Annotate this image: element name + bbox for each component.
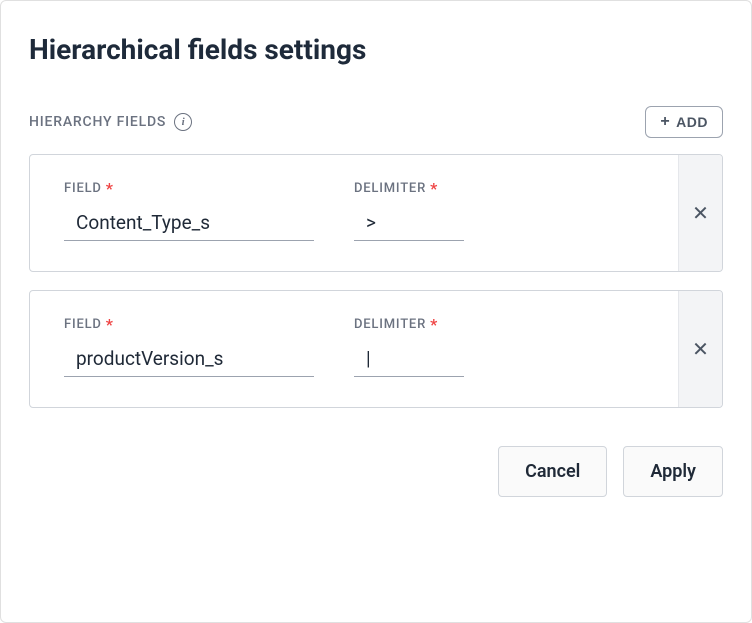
required-mark: * — [430, 317, 437, 333]
field-card: FIELD * DELIMITER * ✕ — [29, 290, 723, 408]
field-input[interactable] — [64, 343, 314, 377]
delete-row-button[interactable]: ✕ — [678, 155, 722, 271]
plus-icon: + — [660, 114, 670, 130]
field-group-field: FIELD * — [64, 181, 314, 241]
field-label: FIELD — [64, 181, 102, 196]
modal-title: Hierarchical fields settings — [29, 33, 723, 66]
field-group-field: FIELD * — [64, 317, 314, 377]
field-label-row: FIELD * — [64, 181, 314, 197]
add-button-label: ADD — [676, 114, 708, 130]
apply-button[interactable]: Apply — [623, 446, 723, 497]
field-input[interactable] — [64, 207, 314, 241]
delimiter-input[interactable] — [354, 207, 464, 241]
add-button[interactable]: + ADD — [645, 106, 723, 138]
field-label: FIELD — [64, 317, 102, 332]
field-group-delimiter: DELIMITER * — [354, 317, 464, 377]
field-label-row: DELIMITER * — [354, 181, 464, 197]
section-label-wrap: HIERARCHY FIELDS i — [29, 113, 192, 131]
cancel-button[interactable]: Cancel — [498, 446, 607, 497]
modal-footer: Cancel Apply — [29, 446, 723, 497]
delimiter-label: DELIMITER — [354, 181, 426, 196]
field-card-body: FIELD * DELIMITER * — [30, 291, 678, 407]
delimiter-input[interactable] — [354, 343, 464, 377]
section-label: HIERARCHY FIELDS — [29, 114, 166, 130]
field-card-body: FIELD * DELIMITER * — [30, 155, 678, 271]
required-mark: * — [106, 181, 113, 197]
close-icon: ✕ — [692, 203, 709, 223]
field-card: FIELD * DELIMITER * ✕ — [29, 154, 723, 272]
section-header: HIERARCHY FIELDS i + ADD — [29, 106, 723, 138]
field-group-delimiter: DELIMITER * — [354, 181, 464, 241]
required-mark: * — [430, 181, 437, 197]
close-icon: ✕ — [692, 339, 709, 359]
field-label-row: FIELD * — [64, 317, 314, 333]
hierarchical-fields-modal: Hierarchical fields settings HIERARCHY F… — [0, 0, 752, 623]
delete-row-button[interactable]: ✕ — [678, 291, 722, 407]
info-icon[interactable]: i — [174, 113, 192, 131]
required-mark: * — [106, 317, 113, 333]
delimiter-label: DELIMITER — [354, 317, 426, 332]
field-label-row: DELIMITER * — [354, 317, 464, 333]
